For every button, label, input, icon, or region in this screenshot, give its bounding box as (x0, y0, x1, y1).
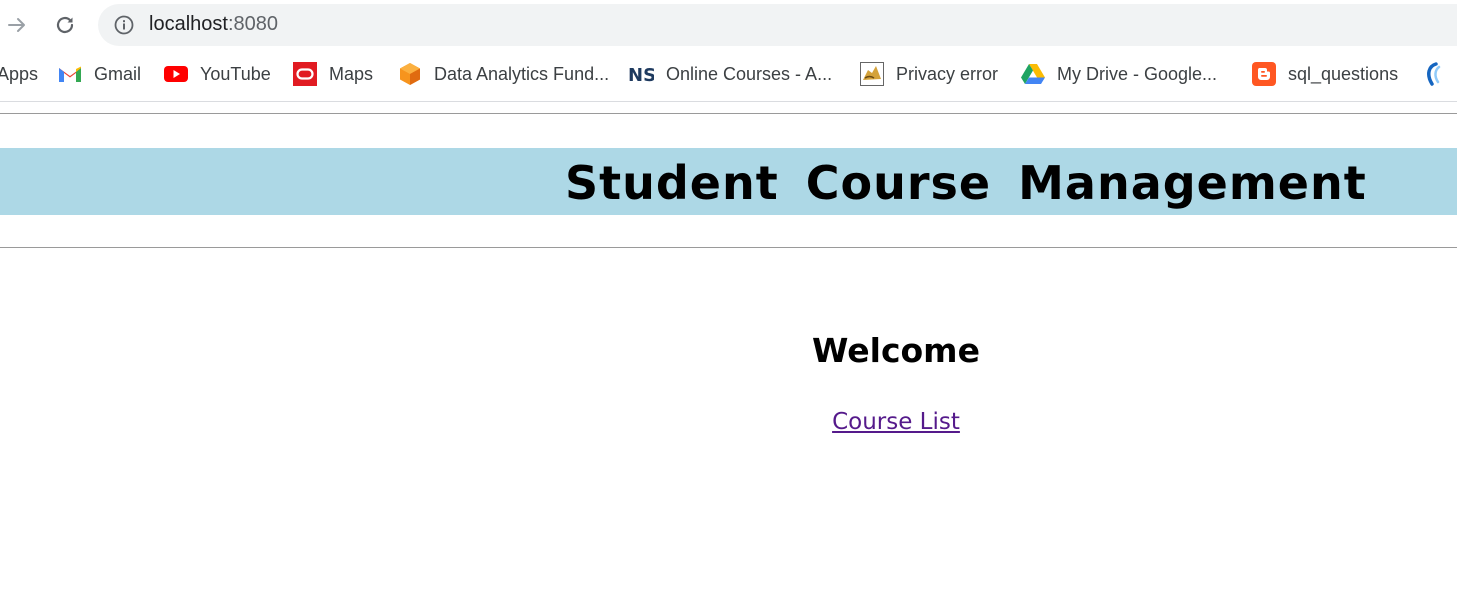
blogger-icon (1252, 62, 1276, 86)
ns-icon: NS (628, 62, 654, 86)
course-list-link[interactable]: Course List (832, 409, 960, 435)
google-drive-icon (1021, 62, 1045, 86)
bookmark-label: Maps (329, 63, 374, 84)
url-host: localhost (149, 13, 228, 35)
course-list-container: Course List (0, 406, 1457, 438)
bookmark-label: Privacy error (896, 63, 999, 84)
bookmark-data-analytics[interactable]: Data Analytics Fund... (398, 61, 609, 87)
arrow-right-icon (8, 18, 25, 32)
top-divider (0, 113, 1457, 114)
partial-bookmark-icon (1420, 62, 1444, 86)
url-text: localhost:8080 (149, 13, 278, 36)
bookmark-label: My Drive - Google... (1057, 63, 1218, 84)
cube-icon (398, 62, 422, 86)
forward-button[interactable] (1, 10, 33, 40)
bookmark-online-courses[interactable]: NS Online Courses - A... (628, 61, 832, 87)
gmail-icon (58, 62, 82, 86)
bookmark-apps[interactable]: Apps (0, 61, 38, 87)
bookmark-youtube[interactable]: YouTube (164, 61, 271, 87)
bottom-divider (0, 247, 1457, 248)
bookmark-sql-questions[interactable]: sql_questions (1252, 61, 1398, 87)
address-bar[interactable]: localhost:8080 (98, 4, 1457, 46)
youtube-icon (164, 62, 188, 86)
url-port: :8080 (227, 13, 278, 35)
page-title: Student Course Management (565, 156, 1367, 210)
bookmark-label: Gmail (94, 63, 142, 84)
bookmark-maps[interactable]: Maps (293, 61, 373, 87)
info-icon[interactable] (114, 15, 134, 35)
bookmark-label: Online Courses - A... (666, 63, 833, 84)
browser-toolbar: localhost:8080 (0, 0, 1457, 51)
bookmark-gmail[interactable]: Gmail (58, 61, 141, 87)
reload-icon (56, 16, 74, 34)
oracle-icon (293, 62, 317, 86)
bookmarks-bar: Apps Gmail YouTube Maps Data Analytics F… (0, 51, 1457, 102)
bookmark-partial[interactable] (1420, 61, 1456, 87)
bookmark-label: Apps (0, 63, 39, 84)
bookmark-label: YouTube (200, 63, 271, 84)
bookmark-my-drive[interactable]: My Drive - Google... (1021, 61, 1217, 87)
bookmark-privacy-error[interactable]: Privacy error (860, 61, 998, 87)
tomcat-icon (860, 62, 884, 86)
svg-text:NS: NS (628, 65, 654, 84)
welcome-heading: Welcome (812, 331, 980, 370)
bookmark-label: sql_questions (1288, 63, 1399, 84)
bookmark-label: Data Analytics Fund... (434, 63, 610, 84)
reload-button[interactable] (49, 10, 81, 40)
